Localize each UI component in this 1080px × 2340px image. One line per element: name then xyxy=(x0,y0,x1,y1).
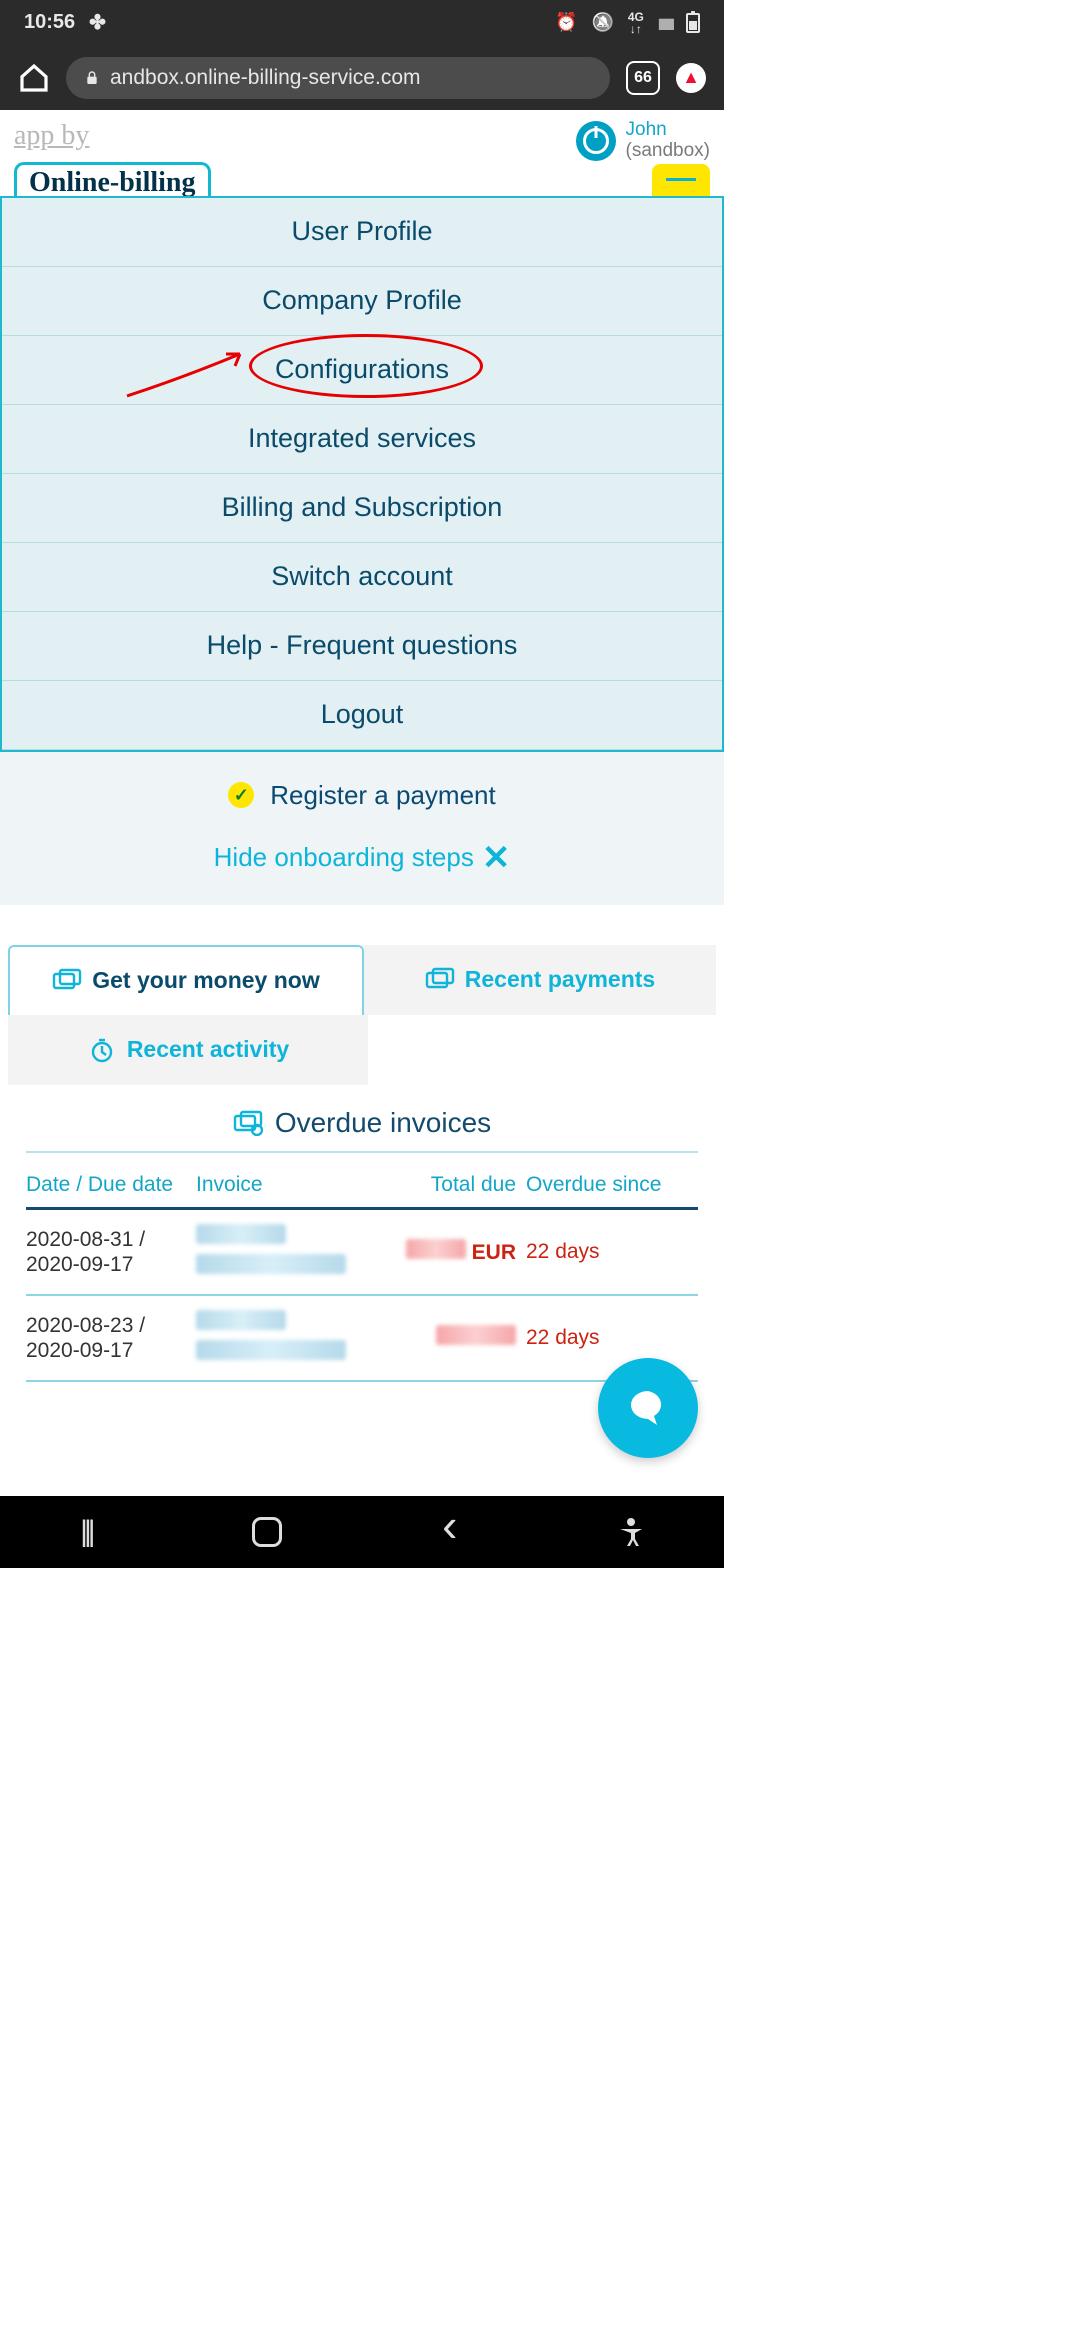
app-logo[interactable]: Online-billing xyxy=(14,162,211,196)
nav-accessibility-button[interactable] xyxy=(618,1517,644,1547)
overdue-invoices-panel: Overdue invoices Date / Due date Invoice… xyxy=(8,1085,716,1382)
onboarding-register-label: Register a payment xyxy=(270,780,495,811)
update-indicator-icon[interactable]: ▲ xyxy=(676,63,706,93)
dashboard-tabs: Get your money now Recent payments Recen… xyxy=(0,905,724,1085)
battery-icon xyxy=(686,13,700,33)
onboarding-register-payment[interactable]: ✓ Register a payment xyxy=(0,752,724,811)
invoice-icon xyxy=(233,1110,263,1136)
hamburger-icon xyxy=(666,178,696,181)
table-row[interactable]: 2020-08-23 / 2020-09-17 22 days xyxy=(26,1296,698,1382)
check-badge-icon: ✓ xyxy=(228,782,254,808)
network-type: 4G↓↑ xyxy=(628,11,644,35)
status-time: 10:56 xyxy=(24,11,75,34)
row-total-due: EUR xyxy=(386,1239,526,1265)
browser-toolbar: andbox.online-billing-service.com 66 ▲ xyxy=(0,45,724,110)
nav-back-button[interactable] xyxy=(442,1515,457,1549)
android-nav-bar: ||| xyxy=(0,1496,724,1568)
th-date: Date / Due date xyxy=(26,1173,196,1197)
payments-icon xyxy=(425,967,455,993)
row-date: 2020-08-23 / xyxy=(26,1313,196,1338)
row-date: 2020-08-31 / xyxy=(26,1227,196,1252)
hide-onboarding-button[interactable]: Hide onboarding steps ✕ xyxy=(0,811,724,875)
money-icon xyxy=(52,968,82,994)
tab-recent-activity[interactable]: Recent activity xyxy=(8,1015,368,1085)
home-icon[interactable] xyxy=(18,62,50,94)
hamburger-menu-button[interactable] xyxy=(652,164,710,196)
table-header: Date / Due date Invoice Total due Overdu… xyxy=(26,1153,698,1210)
hide-onboarding-label: Hide onboarding steps xyxy=(214,842,474,873)
user-dropdown-menu: User Profile Company Profile Configurati… xyxy=(0,196,724,752)
android-status-bar: 10:56 ✤ 4G↓↑ xyxy=(0,0,724,45)
menu-item-user-profile[interactable]: User Profile xyxy=(2,198,722,267)
row-due-date: 2020-09-17 xyxy=(26,1338,196,1363)
table-row[interactable]: 2020-08-31 / 2020-09-17 EUR 22 days xyxy=(26,1210,698,1296)
activity-icon xyxy=(87,1037,117,1063)
onboarding-section: ✓ Register a payment Hide onboarding ste… xyxy=(0,752,724,905)
menu-item-switch-account[interactable]: Switch account xyxy=(2,543,722,612)
tabs-button[interactable]: 66 xyxy=(626,61,660,95)
chat-icon xyxy=(625,1385,671,1431)
menu-item-logout[interactable]: Logout xyxy=(2,681,722,750)
row-invoice xyxy=(196,1224,386,1280)
signal-icon xyxy=(658,11,672,34)
menu-item-help[interactable]: Help - Frequent questions xyxy=(2,612,722,681)
user-name: John xyxy=(626,120,711,141)
close-icon: ✕ xyxy=(482,841,511,875)
power-avatar-icon xyxy=(576,121,616,161)
menu-item-configurations[interactable]: Configurations xyxy=(2,336,722,405)
menu-item-billing[interactable]: Billing and Subscription xyxy=(2,474,722,543)
panel-title: Overdue invoices xyxy=(275,1107,491,1139)
url-bar[interactable]: andbox.online-billing-service.com xyxy=(66,57,610,99)
app-header: app by John (sandbox) xyxy=(0,110,724,162)
row-invoice xyxy=(196,1310,386,1366)
user-chip[interactable]: John (sandbox) xyxy=(576,120,711,162)
lock-icon xyxy=(84,69,100,87)
th-invoice: Invoice xyxy=(196,1173,386,1197)
mute-icon xyxy=(591,11,613,34)
row-due-date: 2020-09-17 xyxy=(26,1252,196,1277)
menu-item-company-profile[interactable]: Company Profile xyxy=(2,267,722,336)
menu-item-integrated[interactable]: Integrated services xyxy=(2,405,722,474)
brand-tagline: app by xyxy=(14,120,89,152)
row-total-due xyxy=(386,1325,526,1351)
nav-recent-button[interactable]: ||| xyxy=(80,1515,91,1549)
tab-get-money[interactable]: Get your money now xyxy=(8,945,364,1015)
row-overdue: 22 days xyxy=(526,1240,698,1264)
alarm-icon xyxy=(555,11,577,34)
chat-fab[interactable] xyxy=(598,1358,698,1458)
row-overdue: 22 days xyxy=(526,1326,698,1350)
status-app-icon: ✤ xyxy=(89,10,106,35)
th-total-due: Total due xyxy=(386,1173,526,1197)
user-mode: (sandbox) xyxy=(626,141,711,162)
tab-recent-payments[interactable]: Recent payments xyxy=(364,945,716,1015)
nav-home-button[interactable] xyxy=(252,1517,282,1547)
th-overdue-since: Overdue since xyxy=(526,1173,698,1197)
url-text: andbox.online-billing-service.com xyxy=(110,66,421,90)
